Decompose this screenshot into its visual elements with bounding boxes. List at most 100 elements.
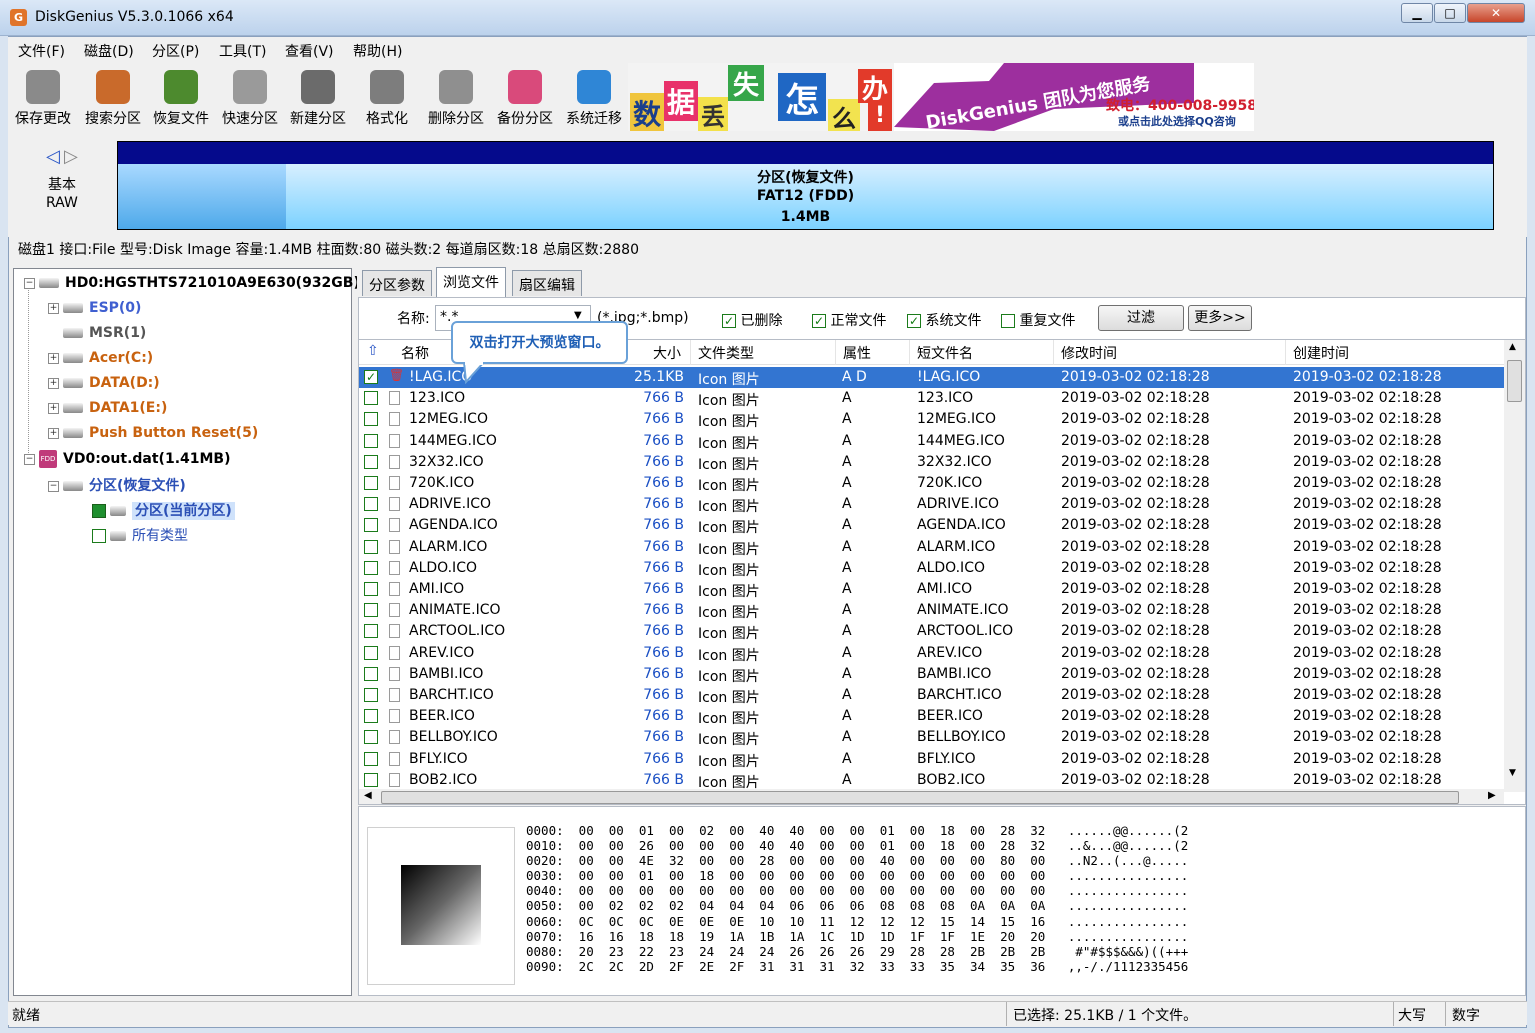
tree-node-partition[interactable]: + DATA1(E:) (48, 400, 167, 425)
table-row[interactable]: ALDO.ICO 766 B Icon 图片 A ALDO.ICO 2019-03-02 … (359, 558, 1504, 579)
column-name[interactable]: 名称 (401, 343, 429, 363)
banner-qq[interactable]: 或点击此处选择QQ咨询 (1118, 113, 1236, 129)
scroll-up-icon[interactable]: ▲ (1509, 342, 1516, 352)
collapse-icon[interactable]: − (24, 453, 35, 465)
tree-node-partition[interactable]: + Push Button Reset(5) (48, 425, 258, 450)
table-row[interactable]: ANIMATE.ICO 766 B Icon 图片 A ANIMATE.ICO 2019-… (359, 600, 1504, 621)
expand-icon[interactable]: + (48, 402, 59, 414)
file-list[interactable]: ⇧ 名称 大小 文件类型 属性 短文件名 修改时间 创建时间 ✓ 🗑 !LAG.IC… (358, 339, 1526, 805)
scroll-thumb[interactable] (1507, 360, 1522, 402)
row-checkbox[interactable] (364, 688, 378, 702)
tab-partition-params[interactable]: 分区参数 (362, 270, 432, 296)
row-checkbox[interactable] (364, 603, 378, 618)
scroll-left-icon[interactable]: ◀ (364, 790, 372, 801)
column-modified[interactable]: 修改时间 (1061, 343, 1117, 363)
row-checkbox[interactable] (364, 497, 378, 512)
row-checkbox[interactable] (364, 518, 378, 533)
expand-icon[interactable]: + (48, 352, 59, 364)
row-checkbox[interactable] (364, 709, 378, 724)
row-checkbox[interactable] (364, 582, 378, 596)
vertical-scrollbar[interactable]: ▲ ▼ (1504, 340, 1525, 792)
folder-check[interactable] (92, 504, 106, 518)
menu-disk[interactable]: 磁盘(D) (84, 41, 134, 61)
table-row[interactable]: BEER.ICO 766 B Icon 图片 A BEER.ICO 2019-03-02 … (359, 706, 1504, 727)
column-short-name[interactable]: 短文件名 (917, 343, 973, 363)
row-checkbox[interactable] (364, 433, 378, 448)
hscroll-thumb[interactable] (381, 791, 1459, 804)
row-checkbox[interactable] (364, 539, 378, 554)
toolbar-button[interactable]: 备份分区 (492, 66, 558, 130)
tree-node-recovered-partition[interactable]: − 分区(恢复文件) (48, 475, 186, 500)
chevron-down-icon[interactable]: ▼ (574, 310, 582, 321)
normal-files-checkbox[interactable]: ✓ 正常文件 (812, 310, 886, 330)
row-checkbox[interactable] (364, 624, 378, 639)
collapse-icon[interactable]: − (48, 480, 59, 492)
toolbar-button[interactable]: 快速分区 (217, 66, 283, 130)
folder-check[interactable] (92, 529, 106, 543)
row-checkbox[interactable]: ✓ (364, 370, 378, 384)
table-row[interactable]: ALARM.ICO 766 B Icon 图片 A ALARM.ICO 2019-03-0… (359, 537, 1504, 558)
row-checkbox[interactable] (364, 412, 378, 427)
toolbar-button[interactable]: 保存更改 (10, 66, 76, 130)
column-created[interactable]: 创建时间 (1293, 343, 1349, 363)
title-bar[interactable]: G DiskGenius V5.3.0.1066 x64 ▁ □ ✕ (0, 0, 1535, 36)
table-row[interactable]: BARCHT.ICO 766 B Icon 图片 A BARCHT.ICO 2019-03… (359, 685, 1504, 706)
tab-sector-editor[interactable]: 扇区编辑 (512, 270, 582, 296)
column-size[interactable]: 大小 (653, 343, 681, 363)
disk-tree[interactable]: − HD0:HGSTHTS721010A9E630(932GB) + ESP(0) M… (13, 268, 360, 996)
table-row[interactable]: 720K.ICO 766 B Icon 图片 A 720K.ICO 2019-03-02 … (359, 473, 1504, 494)
table-row[interactable]: BELLBOY.ICO 766 B Icon 图片 A BELLBOY.ICO 2019-… (359, 727, 1504, 748)
expand-icon[interactable]: + (48, 427, 59, 439)
expand-icon[interactable]: + (48, 377, 59, 389)
row-checkbox[interactable] (364, 772, 378, 787)
toolbar-button[interactable]: 删除分区 (423, 66, 489, 130)
row-checkbox[interactable] (364, 730, 378, 745)
partition-bar[interactable]: 分区(恢复文件) FAT12 (FDD) 1.4MB (117, 141, 1494, 230)
menu-file[interactable]: 文件(F) (18, 41, 65, 61)
row-checkbox[interactable] (364, 476, 378, 490)
horizontal-scrollbar[interactable]: ◀ ▶ (359, 789, 1504, 804)
collapse-icon[interactable]: − (24, 277, 35, 289)
image-preview-frame[interactable] (367, 827, 515, 985)
tree-node-all-types[interactable]: 所有类型 (92, 525, 188, 550)
tree-node-current-partition[interactable]: 分区(当前分区) (92, 500, 235, 525)
deleted-checkbox[interactable]: ✓ 已删除 (722, 310, 782, 330)
row-checkbox[interactable] (364, 645, 378, 660)
row-checkbox[interactable] (364, 454, 378, 469)
promo-banner[interactable]: 数 据 丢 失 怎 么 办 ! DiskGenius 团队为您服务 致电：400… (628, 63, 1254, 131)
row-checkbox[interactable] (364, 751, 378, 766)
table-row[interactable]: 12MEG.ICO 766 B Icon 图片 A 12MEG.ICO 2019-03-0… (359, 409, 1504, 430)
table-row[interactable]: 123.ICO 766 B Icon 图片 A 123.ICO 2019-03-02 02… (359, 388, 1504, 409)
expand-icon[interactable]: + (48, 302, 59, 314)
column-attr[interactable]: 属性 (843, 343, 871, 363)
menu-tools[interactable]: 工具(T) (219, 41, 266, 61)
table-row[interactable]: AGENDA.ICO 766 B Icon 图片 A AGENDA.ICO 2019-03… (359, 515, 1504, 536)
prev-disk-arrow-icon[interactable]: ◁ (46, 146, 60, 167)
toolbar-button[interactable]: 搜索分区 (80, 66, 146, 130)
toolbar-button[interactable]: 恢复文件 (148, 66, 214, 130)
table-row[interactable]: 144MEG.ICO 766 B Icon 图片 A 144MEG.ICO 2019-03… (359, 431, 1504, 452)
menu-view[interactable]: 查看(V) (285, 41, 334, 61)
table-row[interactable]: BOB2.ICO 766 B Icon 图片 A BOB2.ICO 2019-03-02 … (359, 770, 1504, 791)
table-row[interactable]: ✓ 🗑 !LAG.ICO 25.1KB Icon 图片 A D !LAG.ICO 2019-0… (359, 367, 1504, 388)
tree-node-partition[interactable]: + Acer(C:) (48, 350, 153, 375)
table-row[interactable]: AREV.ICO 766 B Icon 图片 A AREV.ICO 2019-03-02 … (359, 643, 1504, 664)
sort-up-icon[interactable]: ⇧ (367, 343, 379, 359)
row-checkbox[interactable] (364, 391, 378, 406)
tree-node-vd0[interactable]: − FDD VD0:out.dat(1.41MB) (24, 450, 231, 475)
close-button[interactable]: ✕ (1467, 3, 1525, 23)
duplicate-files-checkbox[interactable]: 重复文件 (1001, 310, 1075, 330)
minimize-button[interactable]: ▁ (1401, 3, 1433, 23)
filter-button[interactable]: 过滤 (1098, 305, 1184, 331)
toolbar-button[interactable]: 系统迁移 (561, 66, 627, 130)
table-row[interactable]: ARCTOOL.ICO 766 B Icon 图片 A ARCTOOL.ICO 2019-… (359, 621, 1504, 642)
row-checkbox[interactable] (364, 560, 378, 575)
toolbar-button[interactable]: 新建分区 (285, 66, 351, 130)
tree-node-partition[interactable]: + ESP(0) (48, 300, 141, 325)
tree-node-partition[interactable]: + DATA(D:) (48, 375, 160, 400)
row-checkbox[interactable] (364, 666, 378, 681)
table-row[interactable]: AMI.ICO 766 B Icon 图片 A AMI.ICO 2019-03-02 02… (359, 579, 1504, 600)
menu-help[interactable]: 帮助(H) (353, 41, 402, 61)
maximize-button[interactable]: □ (1434, 3, 1466, 23)
menu-partition[interactable]: 分区(P) (152, 41, 199, 61)
